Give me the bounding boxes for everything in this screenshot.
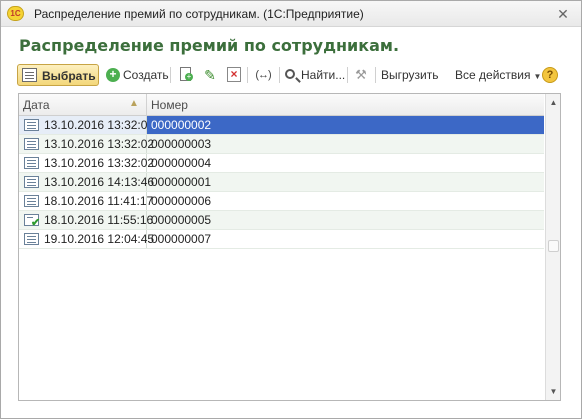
toolbar-separator bbox=[247, 67, 248, 83]
link-icon[interactable]: (↔) bbox=[253, 66, 273, 84]
number-value: 000000007 bbox=[151, 232, 212, 246]
document-icon bbox=[24, 176, 39, 188]
date-value: 13.10.2016 14:13:46 bbox=[44, 175, 155, 189]
date-cell[interactable]: 13.10.2016 13:32:02 bbox=[19, 135, 154, 153]
number-value: 000000001 bbox=[151, 175, 212, 189]
create-button-label: Создать bbox=[123, 68, 169, 82]
select-icon bbox=[22, 68, 37, 82]
vertical-scrollbar[interactable]: ▲ ▼ bbox=[545, 94, 560, 400]
number-value: 000000006 bbox=[151, 194, 212, 208]
close-button[interactable]: ✕ bbox=[554, 5, 572, 23]
table-row[interactable]: 13.10.2016 13:32:02 000000002 bbox=[19, 116, 544, 135]
toolbar-separator bbox=[375, 67, 376, 83]
scroll-down-icon[interactable]: ▼ bbox=[546, 384, 561, 399]
scroll-up-icon[interactable]: ▲ bbox=[546, 95, 561, 110]
number-cell[interactable]: 000000004 bbox=[147, 154, 544, 172]
document-icon bbox=[24, 119, 39, 131]
table-row[interactable]: 13.10.2016 13:32:02 000000004 bbox=[19, 154, 544, 173]
delete-icon[interactable]: × bbox=[225, 66, 243, 84]
date-value: 18.10.2016 11:41:17 bbox=[44, 194, 154, 208]
select-button-label: Выбрать bbox=[42, 69, 96, 83]
find-button[interactable]: Найти... bbox=[284, 64, 345, 86]
column-header-date[interactable]: Дата ▲ bbox=[19, 94, 147, 115]
toolbar-separator bbox=[279, 67, 280, 83]
number-cell[interactable]: 000000002 bbox=[147, 116, 544, 134]
table-row[interactable]: 13.10.2016 14:13:46 000000001 bbox=[19, 173, 544, 192]
date-value: 19.10.2016 12:04:45 bbox=[44, 232, 155, 246]
chevron-down-icon: ▼ bbox=[533, 72, 542, 81]
document-icon bbox=[24, 233, 39, 245]
table-row[interactable]: 19.10.2016 12:04:45 000000007 bbox=[19, 230, 544, 249]
table-row[interactable]: 13.10.2016 13:32:02 000000003 bbox=[19, 135, 544, 154]
help-icon[interactable]: ? bbox=[542, 67, 558, 83]
window: 1С Распределение премий по сотрудникам. … bbox=[0, 0, 582, 419]
number-value: 000000002 bbox=[151, 118, 212, 132]
toolbar-separator bbox=[170, 67, 171, 83]
copy-icon[interactable]: + bbox=[177, 66, 195, 84]
edit-icon[interactable]: ✎ bbox=[201, 66, 219, 84]
toolbar-separator bbox=[347, 67, 348, 83]
date-cell[interactable]: ✔ 18.10.2016 11:55:16 bbox=[19, 211, 153, 229]
document-icon bbox=[24, 157, 39, 169]
posted-document-icon: ✔ bbox=[24, 214, 40, 229]
find-button-label: Найти... bbox=[301, 68, 346, 82]
table-header: Дата ▲ Номер bbox=[19, 94, 544, 116]
number-cell[interactable]: 000000001 bbox=[147, 173, 544, 191]
window-title: Распределение премий по сотрудникам. (1С… bbox=[34, 7, 364, 21]
documents-table[interactable]: Дата ▲ Номер 13.10.2016 13:32:02 00000000… bbox=[18, 93, 561, 401]
date-cell[interactable]: 13.10.2016 13:32:02 bbox=[19, 116, 154, 134]
date-cell[interactable]: 19.10.2016 12:04:45 bbox=[19, 230, 154, 248]
number-value: 000000004 bbox=[151, 156, 212, 170]
document-icon bbox=[24, 138, 39, 150]
page-title: Распределение премий по сотрудникам. bbox=[19, 36, 400, 55]
toolbar: Выбрать + Создать + ✎ × (↔) Найти... ⚒ В… bbox=[1, 61, 581, 89]
date-value: 18.10.2016 11:55:16 bbox=[44, 213, 154, 227]
date-value: 13.10.2016 13:32:02 bbox=[44, 137, 155, 151]
date-value: 13.10.2016 13:32:02 bbox=[44, 118, 155, 132]
number-cell[interactable]: 000000006 bbox=[147, 192, 544, 210]
number-cell[interactable]: 000000005 bbox=[147, 211, 544, 229]
find-icon bbox=[285, 69, 295, 79]
select-button[interactable]: Выбрать bbox=[17, 64, 99, 86]
create-button[interactable]: + Создать bbox=[105, 64, 169, 86]
number-value: 000000003 bbox=[151, 137, 212, 151]
all-actions-menu[interactable]: Все действия ▼ bbox=[455, 64, 541, 86]
table-row[interactable]: ✔ 18.10.2016 11:55:16 000000005 bbox=[19, 211, 544, 230]
sort-ascending-icon: ▲ bbox=[129, 98, 139, 109]
document-icon bbox=[24, 195, 39, 207]
number-cell[interactable]: 000000007 bbox=[147, 230, 544, 248]
date-cell[interactable]: 13.10.2016 14:13:46 bbox=[19, 173, 154, 191]
date-cell[interactable]: 18.10.2016 11:41:17 bbox=[19, 192, 153, 210]
wrench-icon[interactable]: ⚒ bbox=[352, 66, 370, 84]
number-value: 000000005 bbox=[151, 213, 212, 227]
date-cell[interactable]: 13.10.2016 13:32:02 bbox=[19, 154, 154, 172]
export-button[interactable]: Выгрузить bbox=[381, 64, 439, 86]
all-actions-label: Все действия bbox=[455, 68, 531, 82]
app-logo-icon: 1С bbox=[7, 6, 24, 21]
title-bar: 1С Распределение премий по сотрудникам. … bbox=[1, 1, 581, 27]
create-icon: + bbox=[106, 68, 120, 82]
scrollbar-thumb[interactable] bbox=[548, 240, 559, 252]
date-value: 13.10.2016 13:32:02 bbox=[44, 156, 155, 170]
column-header-number[interactable]: Номер bbox=[147, 94, 544, 115]
column-header-number-label: Номер bbox=[151, 98, 188, 112]
column-header-date-label: Дата bbox=[23, 98, 50, 112]
number-cell[interactable]: 000000003 bbox=[147, 135, 544, 153]
table-row[interactable]: 18.10.2016 11:41:17 000000006 bbox=[19, 192, 544, 211]
